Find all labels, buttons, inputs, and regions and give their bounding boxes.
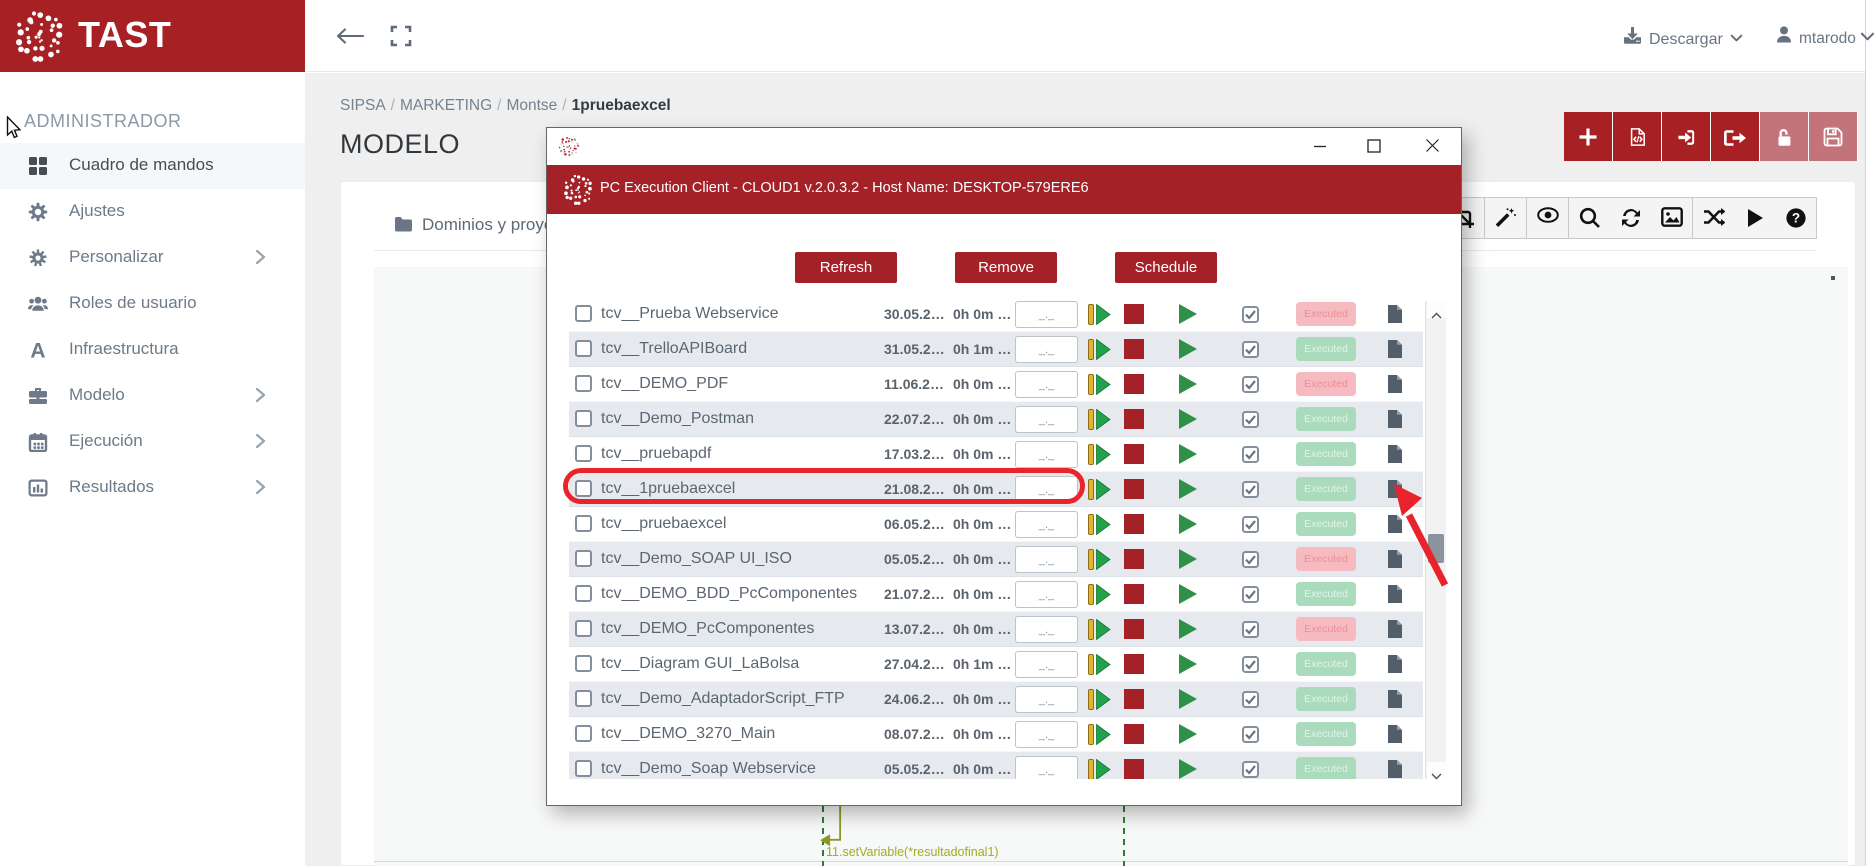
svg-text:?: ? (1791, 211, 1799, 226)
svg-text:A: A (30, 340, 45, 360)
